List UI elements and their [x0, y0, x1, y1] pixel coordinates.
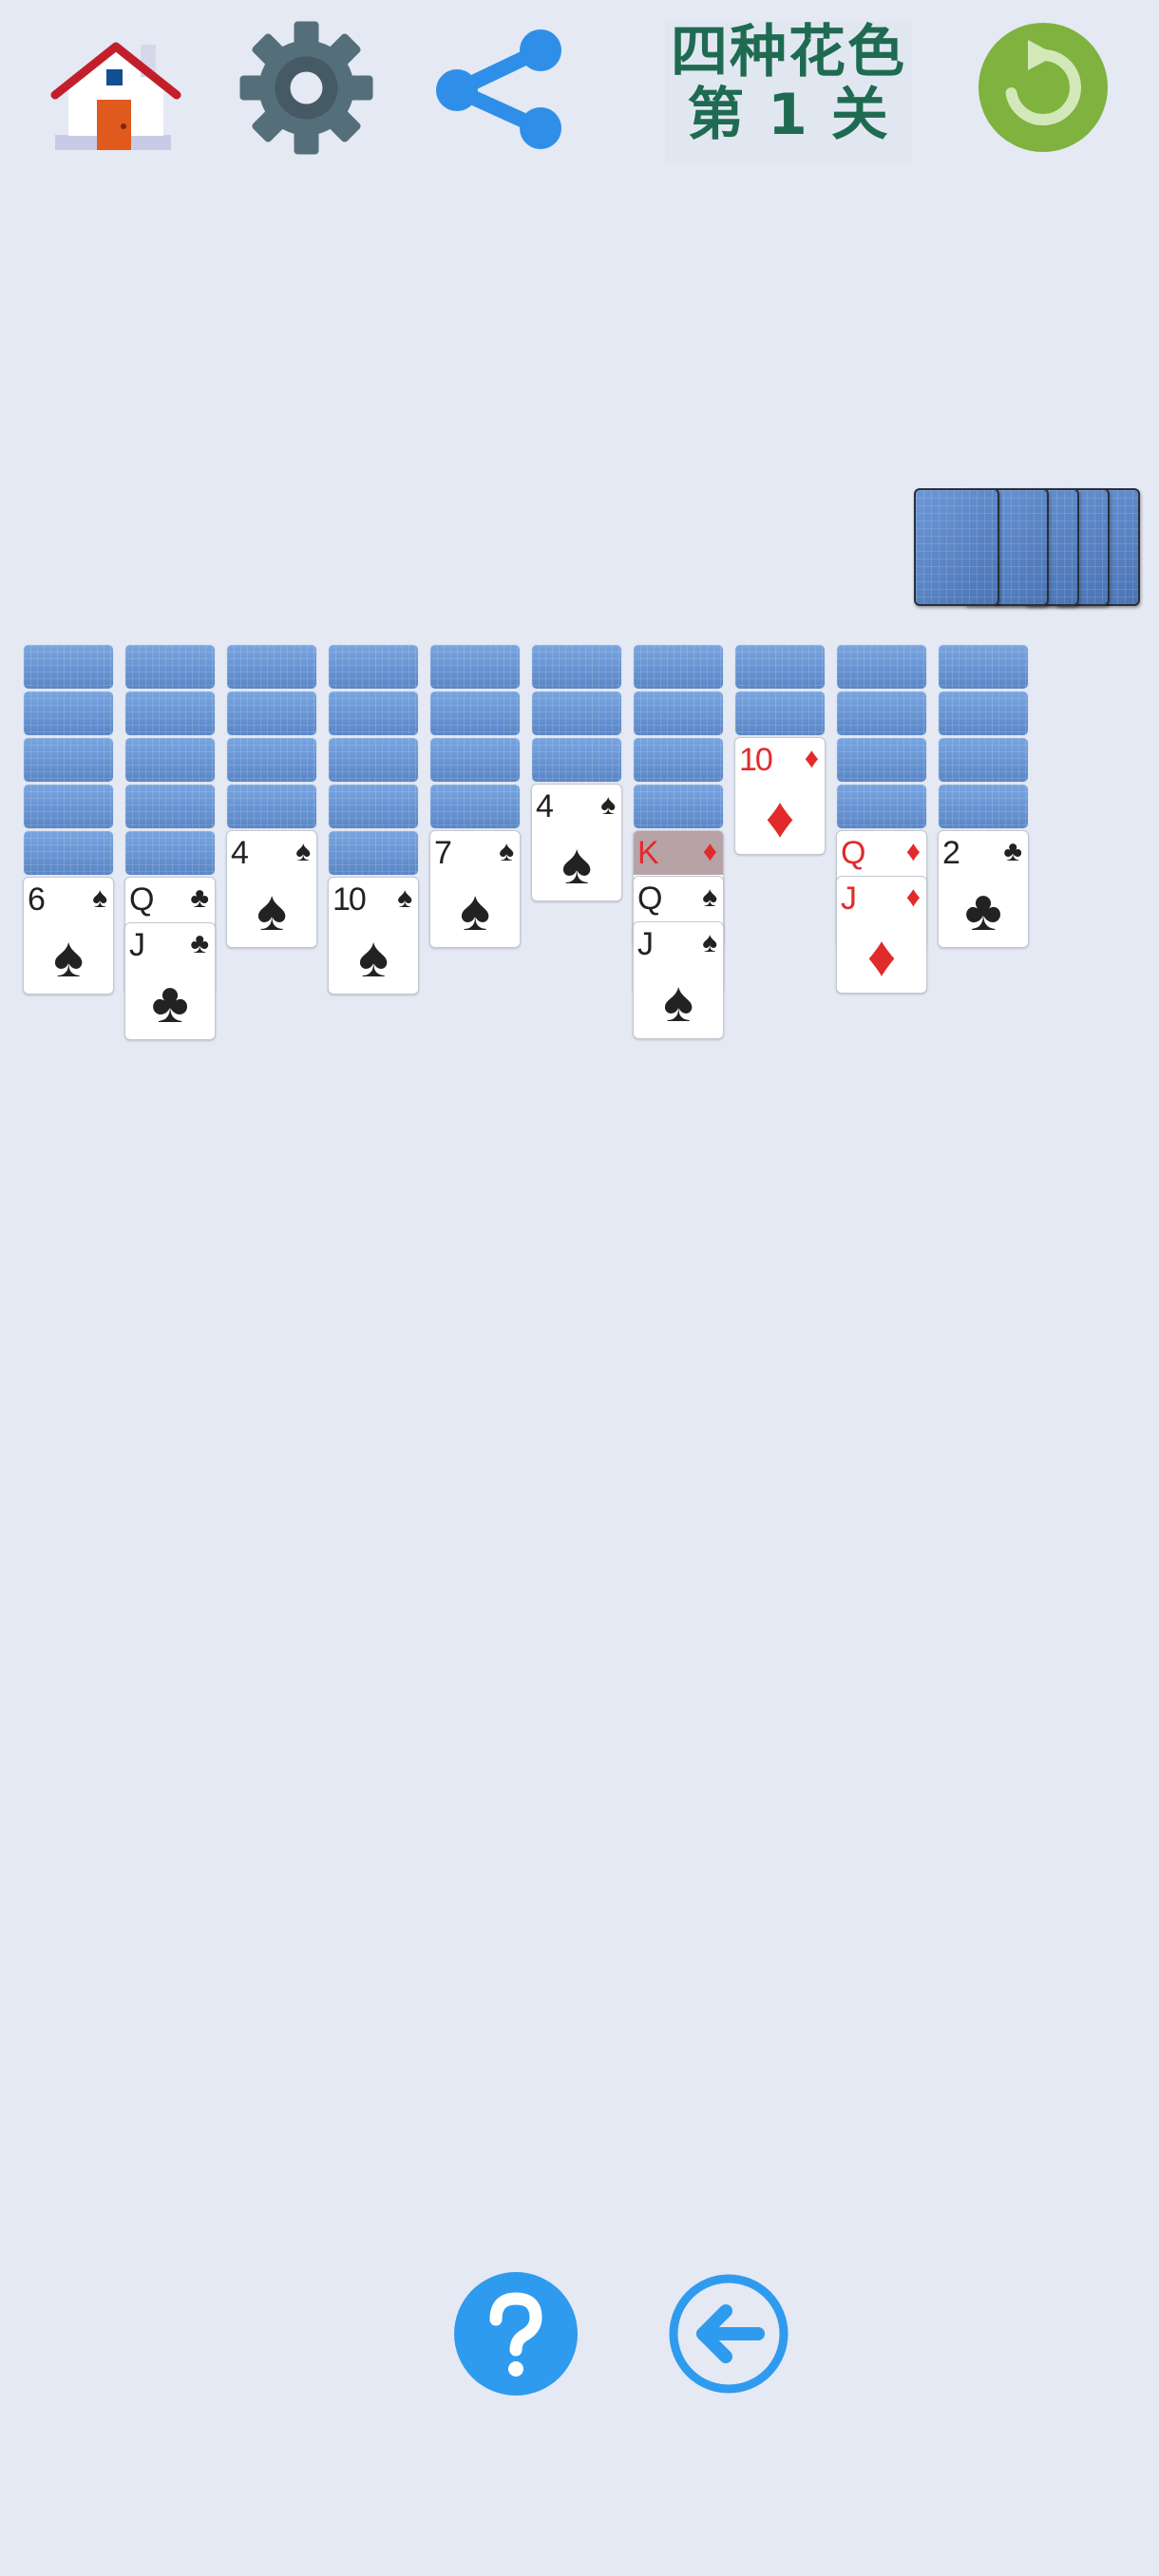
card-back — [328, 830, 419, 876]
card-back — [226, 784, 317, 829]
card-back — [633, 784, 724, 829]
card-back — [328, 691, 419, 736]
card-rank: J — [637, 926, 654, 962]
card-back — [836, 691, 927, 736]
card-center-suit-icon: ♠ — [358, 925, 389, 989]
card-rank: K — [637, 835, 659, 871]
card-back — [633, 691, 724, 736]
card-center-suit-icon: ♠ — [256, 879, 287, 942]
card-suit-icon: ♠ — [600, 789, 616, 821]
card-back — [226, 737, 317, 783]
card-back — [938, 691, 1029, 736]
card-back — [124, 644, 216, 690]
card-back — [633, 737, 724, 783]
card-back — [938, 644, 1029, 690]
card-suit-icon: ♣ — [190, 928, 209, 959]
card-back — [23, 691, 114, 736]
card-center-suit-icon: ♠ — [460, 879, 490, 942]
card-center-suit-icon: ♣ — [151, 971, 189, 1034]
card-center-suit-icon: ♠ — [561, 832, 592, 896]
card-suit-icon: ♠ — [702, 881, 717, 913]
card-suit-icon: ♣ — [190, 882, 209, 914]
card-back — [836, 784, 927, 829]
card-suit-icon: ♦ — [804, 743, 819, 774]
playing-card[interactable]: 4 ♠ ♠ — [226, 830, 317, 948]
card-back — [226, 691, 317, 736]
card-back — [734, 691, 826, 736]
card-back — [836, 644, 927, 690]
card-suit-icon: ♦ — [905, 836, 921, 867]
card-back — [938, 737, 1029, 783]
card-suit-icon: ♠ — [92, 882, 107, 914]
card-back — [836, 737, 927, 783]
card-back — [328, 737, 419, 783]
card-back — [124, 737, 216, 783]
playing-card[interactable]: 4 ♠ ♠ — [531, 784, 622, 901]
card-back — [429, 784, 521, 829]
card-back — [531, 691, 622, 736]
card-back — [531, 644, 622, 690]
card-rank: 10 — [332, 881, 367, 918]
card-back — [23, 737, 114, 783]
card-back — [633, 644, 724, 690]
card-rank: J — [841, 881, 857, 917]
card-rank: 7 — [434, 835, 452, 871]
card-suit-icon: ♠ — [295, 836, 311, 867]
card-rank: Q — [841, 835, 865, 871]
card-back — [938, 784, 1029, 829]
card-rank: 6 — [28, 881, 46, 918]
tableau: 6 ♠ ♠ Q ♣ J ♣ ♣ 4 ♠ ♠ 10 ♠ ♠ 7 ♠ ♠ 4 ♠ ♠ K ♦ Q ♠ J ♠ ♠ 10 ♦ ♦ Q ♦ J ♦ ♦ 2 ♣ ♣ — [0, 0, 1159, 1140]
card-back — [734, 644, 826, 690]
playing-card[interactable]: J ♦ ♦ — [836, 876, 927, 994]
card-back — [328, 784, 419, 829]
card-back — [124, 830, 216, 876]
playing-card[interactable]: J ♠ ♠ — [633, 921, 724, 1039]
playing-card[interactable]: 10 ♦ ♦ — [734, 737, 826, 855]
card-back — [124, 691, 216, 736]
help-icon — [489, 2292, 542, 2377]
card-center-suit-icon: ♣ — [964, 879, 1002, 942]
card-back — [23, 830, 114, 876]
undo-icon — [669, 2274, 788, 2394]
card-rank: 2 — [942, 835, 960, 871]
help-button[interactable] — [454, 2272, 578, 2396]
card-back — [226, 644, 317, 690]
playing-card[interactable]: 10 ♠ ♠ — [328, 877, 419, 994]
card-back — [328, 644, 419, 690]
card-suit-icon: ♠ — [702, 927, 717, 958]
card-back — [23, 644, 114, 690]
card-center-suit-icon: ♦ — [765, 786, 795, 849]
playing-card[interactable]: 7 ♠ ♠ — [429, 830, 521, 948]
card-back — [429, 737, 521, 783]
playing-card[interactable]: 6 ♠ ♠ — [23, 877, 114, 994]
card-back — [23, 784, 114, 829]
card-suit-icon: ♣ — [1003, 836, 1022, 867]
card-suit-icon: ♦ — [905, 881, 921, 913]
card-rank: J — [129, 927, 145, 963]
card-suit-icon: ♦ — [702, 836, 717, 867]
card-rank: Q — [129, 881, 154, 918]
card-back — [531, 737, 622, 783]
card-back — [124, 784, 216, 829]
card-rank: 10 — [739, 742, 773, 778]
undo-button[interactable] — [667, 2272, 790, 2396]
card-suit-icon: ♠ — [397, 882, 412, 914]
card-rank: 4 — [231, 835, 249, 871]
card-rank: Q — [637, 881, 662, 917]
card-back — [429, 691, 521, 736]
card-center-suit-icon: ♠ — [53, 925, 84, 989]
playing-card[interactable]: 2 ♣ ♣ — [938, 830, 1029, 948]
card-center-suit-icon: ♠ — [663, 970, 694, 1033]
card-back — [429, 644, 521, 690]
card-rank: 4 — [536, 788, 554, 824]
card-suit-icon: ♠ — [499, 836, 514, 867]
card-center-suit-icon: ♦ — [866, 924, 897, 988]
playing-card[interactable]: J ♣ ♣ — [124, 922, 216, 1040]
